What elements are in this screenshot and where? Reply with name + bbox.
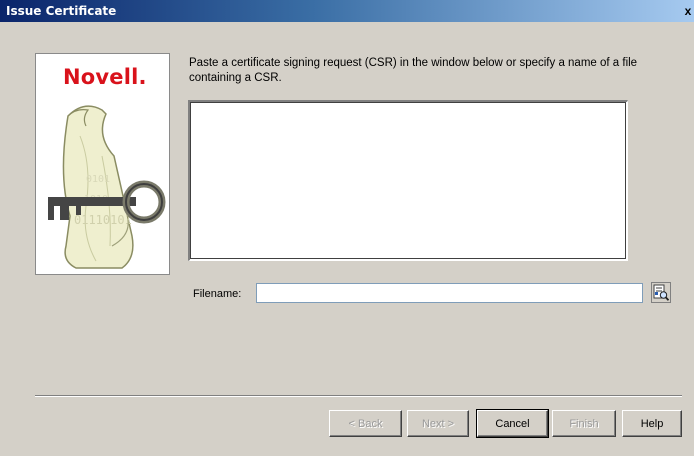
finish-button[interactable]: Finish (552, 410, 616, 437)
svg-text:0101: 0101 (86, 174, 110, 185)
svg-text:01110101: 01110101 (74, 213, 132, 227)
file-browse-icon[interactable] (651, 282, 671, 303)
cancel-button[interactable]: Cancel (476, 409, 549, 438)
title-bar: Issue Certificate x (0, 0, 694, 22)
csr-textarea[interactable] (188, 100, 628, 261)
instructions-text: Paste a certificate signing request (CSR… (189, 57, 638, 84)
back-button[interactable]: < Back (329, 410, 402, 437)
novell-logo: Novell. (63, 65, 147, 89)
help-button[interactable]: Help (622, 410, 682, 437)
filename-label: Filename: (193, 288, 242, 300)
brand-panel: Novell. 0101 1010 01110101 (35, 53, 170, 275)
window-title: Issue Certificate (6, 4, 117, 18)
footer-divider (35, 395, 682, 397)
close-button[interactable]: x (682, 3, 694, 19)
key-scroll-icon: 0101 1010 01110101 (48, 105, 166, 269)
filename-field[interactable] (256, 283, 643, 303)
next-button[interactable]: Next > (407, 410, 469, 437)
